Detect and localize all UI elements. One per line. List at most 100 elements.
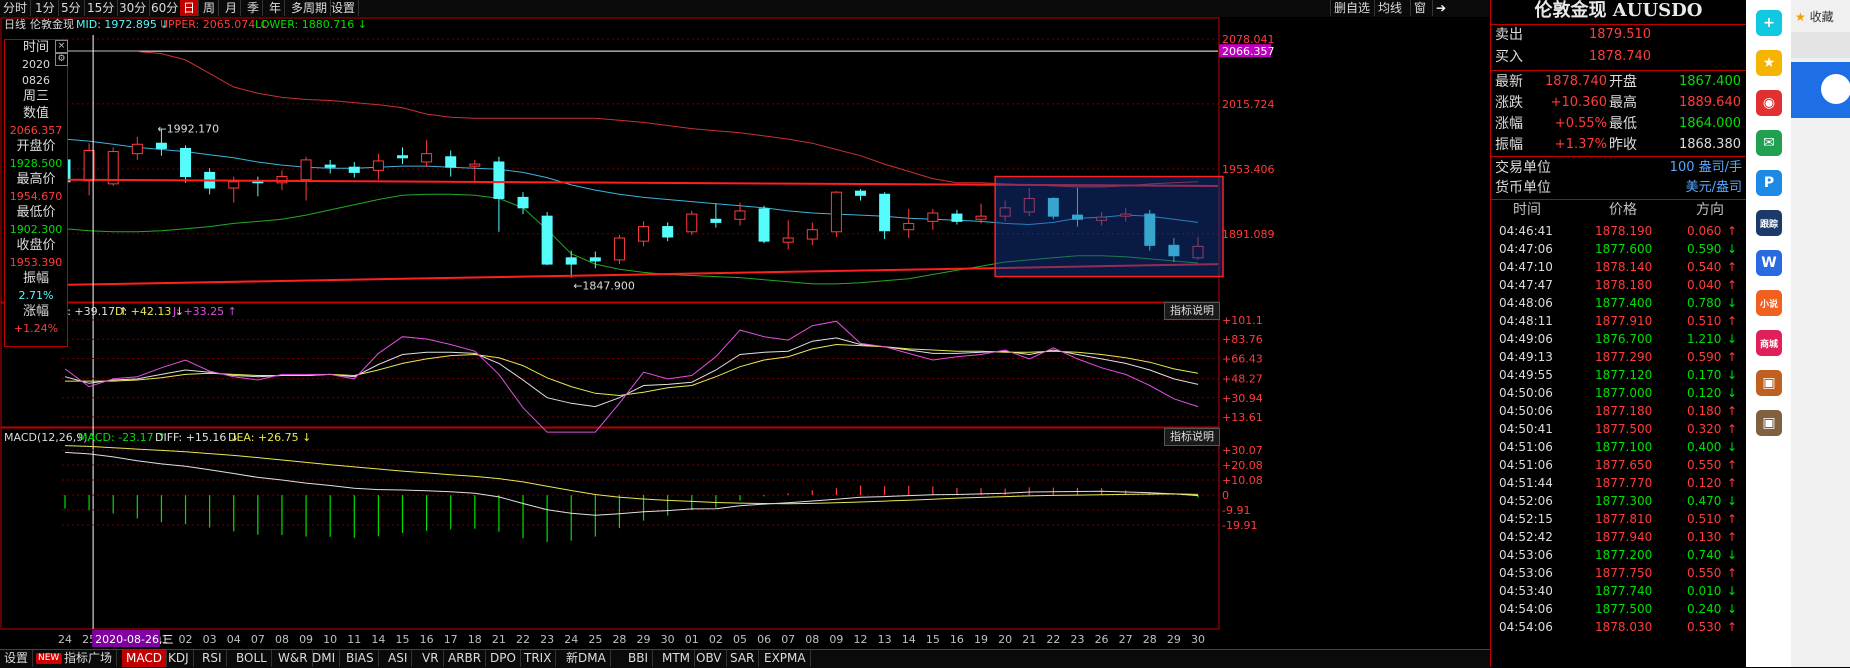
quote-label-2: 涨幅 xyxy=(1495,116,1523,132)
quote-label-1: 涨跌 xyxy=(1495,95,1523,111)
indicator-tab-11[interactable]: VR xyxy=(418,650,444,667)
x-axis-label: 20 xyxy=(998,633,1012,646)
indicator-tab-17[interactable]: MTM xyxy=(658,650,696,667)
indicator-tab-3[interactable]: MACD xyxy=(122,650,167,667)
selection-box[interactable] xyxy=(994,175,1224,278)
x-axis-label: 30 xyxy=(661,633,675,646)
candle-body xyxy=(879,193,891,232)
kdj-info-button[interactable]: 指标说明 xyxy=(1164,302,1220,320)
trade-row: 04:52:42 1877.940 0.130 ↑ xyxy=(1491,528,1746,546)
indicator-tab-0[interactable]: 设置 xyxy=(0,650,34,667)
period-tab-6[interactable]: 日 xyxy=(180,0,200,16)
candle-body xyxy=(927,212,939,222)
plus-icon[interactable]: + xyxy=(1756,10,1782,36)
trade-time: 04:54:06 xyxy=(1499,620,1553,634)
game2-icon[interactable]: ▣ xyxy=(1756,410,1782,436)
trade-price: 1877.500 xyxy=(1595,422,1653,436)
arrow-up-icon: ↑ xyxy=(1727,620,1738,634)
toolbar-right-1[interactable]: 均线 xyxy=(1374,0,1405,16)
toolbar-right-2[interactable]: 窗 xyxy=(1410,0,1429,16)
trade-volume: 0.510 xyxy=(1687,314,1722,328)
macd-y-label: 0 xyxy=(1222,489,1229,502)
x-axis-label: 24 xyxy=(58,633,72,646)
trade-price: 1878.190 xyxy=(1595,224,1653,238)
indicator-tab-13[interactable]: DPO xyxy=(486,650,521,667)
period-tab-0[interactable]: 分时 xyxy=(0,0,32,16)
candle-body xyxy=(758,208,770,242)
toolbar-right-0[interactable]: 删自选 xyxy=(1330,0,1373,16)
arrow-down-icon: ↓ xyxy=(1727,602,1738,616)
trade-list[interactable]: 04:46:41 1878.190 0.060 ↑ 04:47:06 1877.600 0.… xyxy=(1491,222,1746,667)
news-icon[interactable]: 跟踪 xyxy=(1756,210,1782,236)
mall-icon[interactable]: 商城 xyxy=(1756,330,1782,356)
kdj-y-label: +101.1 xyxy=(1222,314,1263,327)
period-tab-3[interactable]: 15分 xyxy=(84,0,119,16)
period-tab-8[interactable]: 月 xyxy=(222,0,242,16)
novel-icon[interactable]: 小说 xyxy=(1756,290,1782,316)
period-tab-7[interactable]: 周 xyxy=(200,0,220,16)
chart-area[interactable]: 2078.0412066.3572015.7241953.4061891.089… xyxy=(0,17,1490,649)
kline-chart-svg[interactable]: 2078.0412066.3572015.7241953.4061891.089… xyxy=(0,17,1490,649)
macd-header-title: MACD(12,26,9) xyxy=(4,431,88,444)
info-row-0: 时间 xyxy=(22,40,49,55)
high-annotation: ←1992.170 xyxy=(157,123,219,136)
period-tab-1[interactable]: 1分 xyxy=(32,0,59,16)
x-axis-label: 18 xyxy=(468,633,482,646)
indicator-tab-2[interactable]: 指标广场 xyxy=(60,650,118,667)
indicator-tab-10[interactable]: ASI xyxy=(384,650,413,667)
period-tab-11[interactable]: 多周期 xyxy=(288,0,332,16)
mail-icon[interactable]: ✉ xyxy=(1756,130,1782,156)
trade-volume: 1.210 xyxy=(1687,332,1722,346)
candle-body xyxy=(469,163,481,167)
trade-volume: 0.740 xyxy=(1687,548,1722,562)
indicator-tab-18[interactable]: OBV xyxy=(692,650,727,667)
indicator-tab-12[interactable]: ARBR xyxy=(444,650,487,667)
doc-icon[interactable]: W xyxy=(1756,250,1782,276)
period-tab-2[interactable]: 5分 xyxy=(58,0,85,16)
blue-widget[interactable] xyxy=(1791,62,1850,118)
period-tab-12[interactable]: 设置 xyxy=(328,0,360,16)
candle-body xyxy=(662,226,674,238)
indicator-tab-19[interactable]: SAR xyxy=(726,650,760,667)
indicator-tab-5[interactable]: RSI xyxy=(198,650,227,667)
game1-icon[interactable]: ▣ xyxy=(1756,370,1782,396)
macd-header-diff: DIFF: +15.16 ↓ xyxy=(155,431,239,444)
candle-body xyxy=(951,213,963,222)
weibo-icon[interactable]: ◉ xyxy=(1756,90,1782,116)
indicator-tab-7[interactable]: W&R xyxy=(274,650,313,667)
favorites-link[interactable]: ★ 收藏 xyxy=(1795,8,1834,25)
indicator-tab-15[interactable]: 新DMA xyxy=(562,650,611,667)
trade-volume: 0.590 xyxy=(1687,350,1722,364)
candle-body xyxy=(565,257,577,265)
trade-price: 1877.290 xyxy=(1595,350,1653,364)
indicator-tab-14[interactable]: TRIX xyxy=(520,650,557,667)
collapsed-tab[interactable] xyxy=(1791,32,1850,58)
period-tab-4[interactable]: 30分 xyxy=(116,0,151,16)
candle-body xyxy=(855,190,867,196)
trade-row: 04:46:41 1878.190 0.060 ↑ xyxy=(1491,222,1746,240)
indicator-tab-16[interactable]: BBI xyxy=(624,650,654,667)
quote-value2-1: 1889.640 xyxy=(1678,95,1741,110)
trade-volume: 0.010 xyxy=(1687,584,1722,598)
indicator-tab-20[interactable]: EXPMA xyxy=(760,650,811,667)
star-icon[interactable]: ★ xyxy=(1756,50,1782,76)
candle-body xyxy=(228,181,240,189)
kdj-y-label: +13.61 xyxy=(1222,411,1263,424)
p-icon[interactable]: P xyxy=(1756,170,1782,196)
period-tab-5[interactable]: 60分 xyxy=(148,0,183,16)
indicator-tab-8[interactable]: DMI xyxy=(308,650,341,667)
indicator-tab-4[interactable]: KDJ xyxy=(164,650,194,667)
macd-info-button[interactable]: 指标说明 xyxy=(1164,428,1220,446)
indicator-tab-1[interactable]: NEW xyxy=(36,653,63,664)
period-tab-9[interactable]: 季 xyxy=(244,0,264,16)
indicator-tab-9[interactable]: BIAS xyxy=(342,650,379,667)
candle xyxy=(686,210,698,235)
indicator-tab-6[interactable]: BOLL xyxy=(232,650,272,667)
x-axis-label: 16 xyxy=(420,633,434,646)
exit-icon[interactable]: ➔ xyxy=(1432,0,1449,16)
x-axis-label: 28 xyxy=(1143,633,1157,646)
x-axis-label: 29 xyxy=(1167,633,1181,646)
main-y-label: 1891.089 xyxy=(1222,228,1275,241)
period-tab-10[interactable]: 年 xyxy=(266,0,286,16)
trade-time: 04:48:06 xyxy=(1499,296,1553,310)
